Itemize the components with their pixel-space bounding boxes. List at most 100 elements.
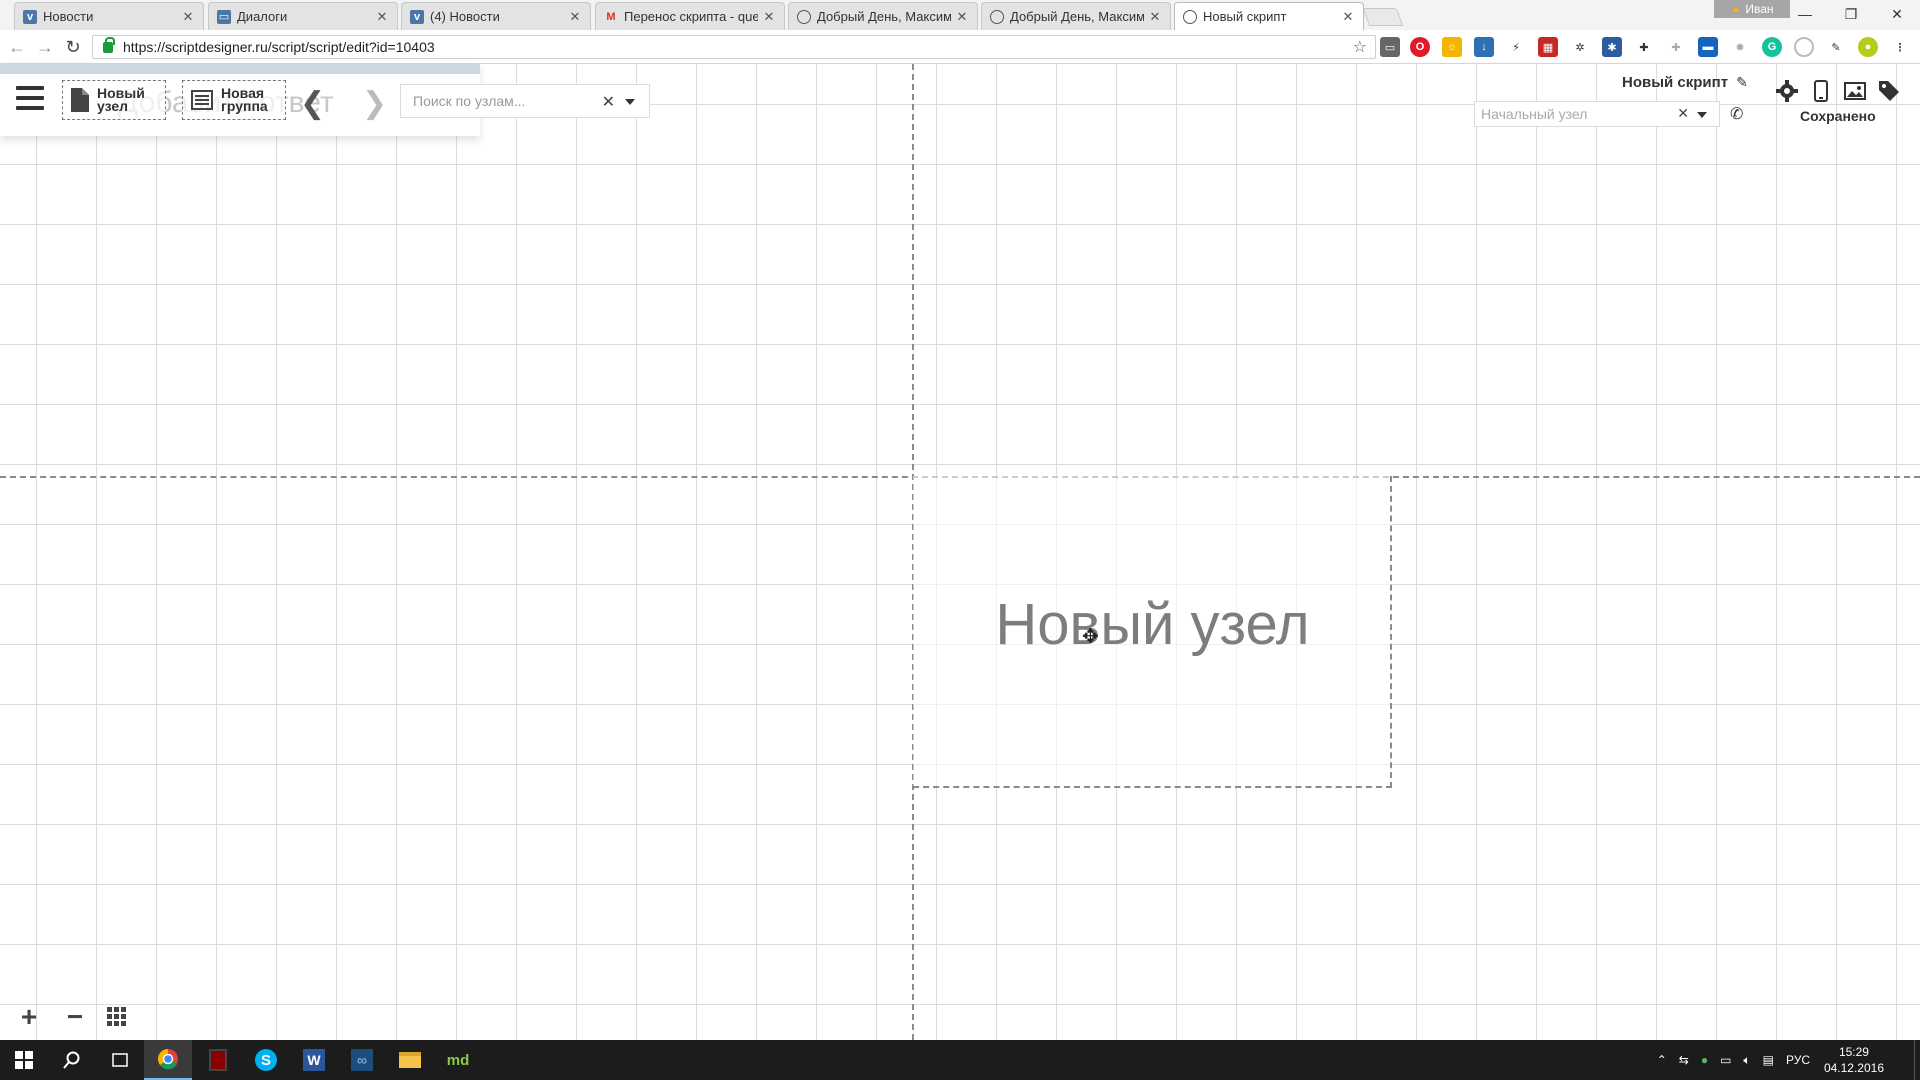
tray-green-icon[interactable]: ● xyxy=(1701,1053,1708,1067)
warning-icon: ▲ xyxy=(1730,3,1742,15)
extension-pencil-icon[interactable]: ✎ xyxy=(1826,37,1846,57)
chrome-menu-icon[interactable]: ⋮ xyxy=(1890,37,1910,57)
extension-keyboard-icon[interactable]: ▭ xyxy=(1380,37,1400,57)
node-search-placeholder: Поиск по узлам... xyxy=(413,93,526,109)
opera-icon[interactable]: O xyxy=(1410,37,1430,57)
grid-toggle-icon[interactable] xyxy=(102,1002,132,1032)
chevron-down-icon[interactable] xyxy=(625,99,635,105)
volume-icon[interactable]: 🔈︎ xyxy=(1743,1053,1750,1068)
extension-puzzle-icon[interactable]: ✚ xyxy=(1634,37,1654,57)
extension-red-icon[interactable]: ▦ xyxy=(1538,37,1558,57)
extension-bug-icon[interactable]: ✲ xyxy=(1570,37,1590,57)
show-desktop-button[interactable] xyxy=(1914,1040,1920,1080)
close-window-icon[interactable]: ✕ xyxy=(1874,0,1920,28)
new-group-label: Новая группа xyxy=(221,85,268,114)
node-title: Новый узел xyxy=(995,592,1310,657)
browser-toolbar: ← → ↻ https://scriptdesigner.ru/script/s… xyxy=(0,30,1920,64)
back-icon[interactable]: ← xyxy=(6,36,28,58)
browser-tab-title: Диалоги xyxy=(237,9,288,24)
app-red-taskbar-icon[interactable] xyxy=(194,1040,242,1080)
forward-icon[interactable]: → xyxy=(34,36,56,58)
close-tab-icon[interactable]: ✕ xyxy=(1148,9,1162,25)
extension-flash-icon[interactable]: ⚡ xyxy=(1506,37,1526,57)
language-indicator[interactable]: РУС xyxy=(1786,1053,1810,1067)
browser-tab[interactable]: ▭ Диалоги ✕ xyxy=(208,2,398,30)
grammarly-icon[interactable]: G xyxy=(1762,37,1782,57)
markdown-taskbar-icon[interactable]: md xyxy=(434,1040,482,1080)
new-tab-button[interactable] xyxy=(1362,8,1404,26)
tray-network-icon[interactable]: ⇆ xyxy=(1679,1053,1689,1067)
browser-tab[interactable]: v (4) Новости ✕ xyxy=(401,2,591,30)
menu-icon[interactable] xyxy=(16,86,44,110)
close-tab-icon[interactable]: ✕ xyxy=(955,9,969,25)
address-bar[interactable]: https://scriptdesigner.ru/script/script/… xyxy=(92,35,1376,59)
extension-screen-icon[interactable]: ▬ xyxy=(1698,37,1718,57)
clock[interactable]: 15:29 04.12.2016 xyxy=(1824,1044,1884,1076)
panel-top-strip xyxy=(0,64,480,74)
new-node-label: Новый узел xyxy=(97,85,145,114)
extension-gray-icon[interactable]: ✚ xyxy=(1666,37,1686,57)
clear-icon[interactable]: ✕ xyxy=(602,92,615,112)
edit-pencil-icon[interactable]: ✎ xyxy=(1736,74,1748,91)
reload-icon[interactable]: ↻ xyxy=(62,36,84,58)
close-tab-icon[interactable]: ✕ xyxy=(762,9,776,25)
browser-tab[interactable]: ◌ Добрый День, Максим! ✕ xyxy=(788,2,978,30)
tray-chevron-icon[interactable]: ⌃ xyxy=(1657,1053,1667,1067)
close-tab-icon[interactable]: ✕ xyxy=(568,9,582,25)
chrome-taskbar-icon[interactable] xyxy=(144,1040,192,1080)
notification-icon[interactable]: ▤ xyxy=(1763,1053,1774,1067)
undo-arrow-icon[interactable]: ❮ xyxy=(300,86,325,121)
visual-studio-taskbar-icon[interactable]: ∞ xyxy=(338,1040,386,1080)
restore-icon[interactable]: ❐ xyxy=(1828,0,1874,28)
zoom-out-icon[interactable]: − xyxy=(60,1001,90,1032)
extension-weather-icon[interactable]: ☼ xyxy=(1442,37,1462,57)
extension-green-icon[interactable]: ● xyxy=(1858,37,1878,57)
browser-tab[interactable]: v Новости ✕ xyxy=(14,2,204,30)
close-tab-icon[interactable]: ✕ xyxy=(1341,9,1355,25)
profile-badge[interactable]: ▲ Иван xyxy=(1714,0,1790,18)
task-view-icon[interactable] xyxy=(96,1040,144,1080)
word-taskbar-icon[interactable]: W xyxy=(290,1040,338,1080)
tag-icon[interactable] xyxy=(1876,78,1902,104)
url-text: https://scriptdesigner.ru/script/script/… xyxy=(123,39,435,55)
windows-start-icon[interactable] xyxy=(0,1040,48,1080)
start-node-select[interactable]: Начальный узел ✕ xyxy=(1474,101,1720,127)
search-icon[interactable] xyxy=(48,1040,96,1080)
bookmark-star-icon[interactable]: ☆ xyxy=(1353,37,1367,57)
new-node-button[interactable]: Новый узел xyxy=(62,80,166,120)
whatsapp-icon: ◌ xyxy=(1183,9,1197,24)
file-explorer-taskbar-icon[interactable] xyxy=(386,1040,434,1080)
browser-tab[interactable]: ◌ Добрый День, Максим! ✕ xyxy=(981,2,1171,30)
extension-download-icon[interactable]: ↓ xyxy=(1474,37,1494,57)
whatsapp-icon: ◌ xyxy=(797,9,811,24)
extension-gear-icon[interactable]: ✹ xyxy=(1730,37,1750,57)
settings-gear-icon[interactable] xyxy=(1774,78,1800,104)
tray-display-icon[interactable]: ▭ xyxy=(1720,1053,1731,1067)
document-icon xyxy=(71,88,89,112)
close-tab-icon[interactable]: ✕ xyxy=(375,9,389,25)
image-icon[interactable] xyxy=(1842,78,1868,104)
extension-circle-icon[interactable] xyxy=(1794,37,1814,57)
extension-blue-icon[interactable]: ✱ xyxy=(1602,37,1622,57)
script-name: Новый скрипт ✎ xyxy=(1622,74,1748,91)
chevron-down-icon[interactable] xyxy=(1697,112,1707,118)
node-search-input[interactable]: Поиск по узлам... ✕ xyxy=(400,84,650,118)
move-cursor-icon: ✥ xyxy=(1082,626,1099,648)
new-group-button[interactable]: Новая группа xyxy=(182,80,286,120)
minimize-icon[interactable]: — xyxy=(1782,0,1828,28)
browser-tab[interactable]: ◌ Новый скрипт ✕ xyxy=(1174,2,1364,30)
redo-arrow-icon[interactable]: ❯ xyxy=(362,86,387,121)
zoom-in-icon[interactable]: + xyxy=(14,1001,44,1032)
mobile-icon[interactable] xyxy=(1808,78,1834,104)
browser-tab[interactable]: M Перенос скрипта - que! ✕ xyxy=(595,2,785,30)
phone-icon[interactable]: ✆ xyxy=(1730,104,1743,124)
clear-icon[interactable]: ✕ xyxy=(1677,105,1689,122)
script-node[interactable]: Новый узел xyxy=(913,476,1392,788)
close-tab-icon[interactable]: ✕ xyxy=(181,9,195,25)
script-canvas[interactable]: Новый узел ✥ xyxy=(0,64,1920,1040)
skype-taskbar-icon[interactable]: S xyxy=(242,1040,290,1080)
lock-icon xyxy=(103,36,115,53)
script-name-text: Новый скрипт xyxy=(1622,74,1729,91)
browser-tab-title: Новости xyxy=(43,9,94,24)
browser-tab-strip: v Новости ✕ ▭ Диалоги ✕ v (4) Новости ✕ M Перенос … xyxy=(0,0,1920,30)
